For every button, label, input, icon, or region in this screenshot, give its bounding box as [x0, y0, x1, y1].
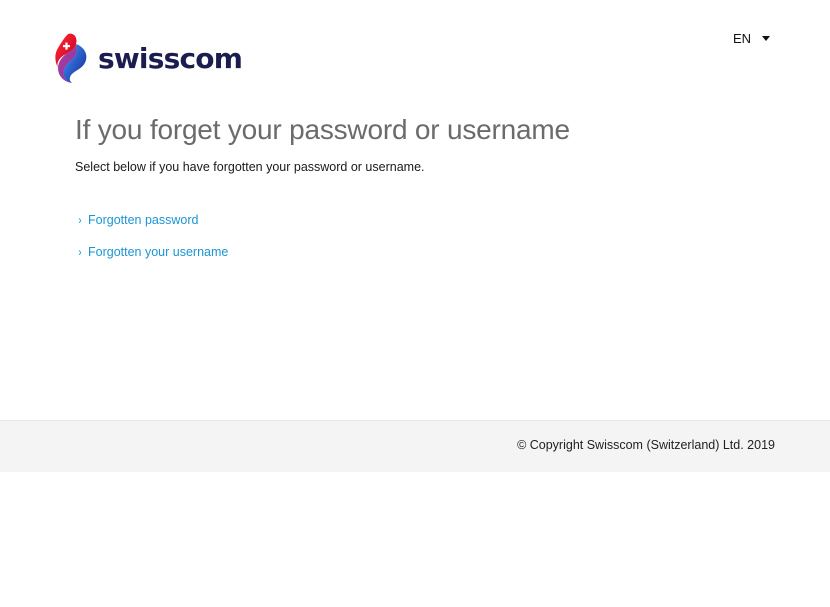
swisscom-lifeform-icon: [55, 33, 87, 83]
logo-wordmark: swisscom: [98, 42, 243, 75]
language-label: EN: [733, 31, 752, 46]
footer: © Copyright Swisscom (Switzerland) Ltd. …: [0, 420, 830, 472]
forgotten-password-label: Forgotten password: [88, 213, 199, 227]
copyright-text: © Copyright Swisscom (Switzerland) Ltd. …: [517, 438, 775, 452]
forgotten-username-label: Forgotten your username: [88, 245, 229, 259]
forgotten-password-link[interactable]: › Forgotten password: [78, 213, 198, 227]
swisscom-logo[interactable]: swisscom: [54, 32, 243, 84]
page: swisscom EN If you forget your password …: [0, 0, 830, 607]
page-title: If you forget your password or username: [75, 114, 570, 145]
language-selector[interactable]: EN: [733, 31, 771, 46]
chevron-right-icon: ›: [78, 213, 82, 227]
forgotten-username-link[interactable]: › Forgotten your username: [78, 245, 228, 259]
page-subtitle: Select below if you have forgotten your …: [75, 160, 425, 174]
caret-down-icon: [762, 35, 771, 41]
chevron-right-icon: ›: [78, 245, 82, 259]
